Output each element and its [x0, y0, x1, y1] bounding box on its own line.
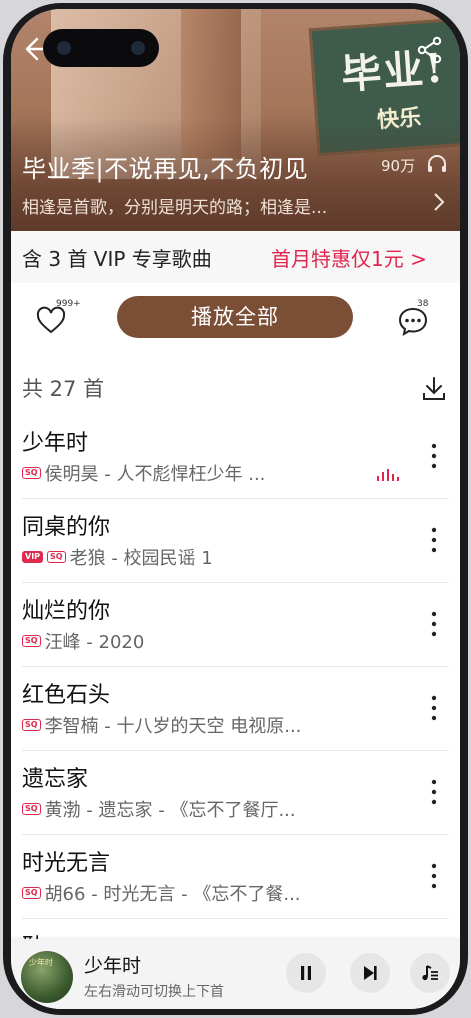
share-button[interactable] — [415, 35, 445, 65]
phone-frame: 毕业! 快乐 毕业季|不说再见,不负初见 9 — [0, 0, 471, 1018]
playing-indicator-icon — [377, 469, 399, 481]
song-meta: SQ 黄渤 - 遗忘家 - 《忘不了餐厅... — [22, 797, 296, 821]
song-meta: SQ 胡66 - 时光无言 - 《忘不了餐... — [22, 881, 301, 905]
vip-badge: VIP — [22, 551, 44, 563]
sq-badge: SQ — [22, 635, 41, 647]
chevron-right-icon[interactable] — [432, 191, 446, 213]
share-icon — [417, 36, 442, 64]
playlist-description[interactable]: 相逢是首歌，分别是明天的路；相逢是... — [22, 193, 402, 218]
more-icon[interactable] — [427, 777, 441, 807]
next-icon — [364, 966, 377, 980]
song-row[interactable]: 少年时 SQ 侯明昊 - 人不彪悍枉少年 ... — [11, 415, 460, 499]
song-meta: VIP SQ 老狼 - 校园民谣 1 — [22, 545, 213, 569]
comment-count: 38 — [417, 299, 429, 309]
song-title: 遗忘家 — [22, 767, 89, 792]
song-meta: SQ 侯明昊 - 人不彪悍枉少年 ... — [22, 461, 265, 485]
cover-art-text: 少年时 — [29, 958, 53, 967]
app-screen: 毕业! 快乐 毕业季|不说再见,不负初见 9 — [11, 9, 460, 1009]
song-artist-album: 胡66 - 时光无言 - 《忘不了餐... — [44, 884, 301, 905]
song-title: 灿烂的你 — [22, 599, 111, 624]
more-icon[interactable] — [427, 441, 441, 471]
comment-icon — [398, 307, 428, 337]
song-row[interactable]: 同桌的你 VIP SQ 老狼 - 校园民谣 1 — [11, 499, 460, 583]
pause-icon — [301, 966, 311, 980]
song-title: 同桌的你 — [22, 515, 111, 540]
heart-icon — [36, 306, 66, 334]
sq-badge: SQ — [47, 551, 66, 563]
song-artist-album: 李智楠 - 十八岁的天空 电视原... — [44, 716, 302, 737]
song-row[interactable]: 遗忘家 SQ 黄渤 - 遗忘家 - 《忘不了餐厅... — [11, 751, 460, 835]
song-row[interactable]: 时光无言 SQ 胡66 - 时光无言 - 《忘不了餐... — [11, 835, 460, 919]
playlist-header: 毕业! 快乐 毕业季|不说再见,不负初见 9 — [11, 9, 460, 231]
playlist-button[interactable] — [410, 953, 450, 993]
like-count: 999+ — [56, 299, 81, 309]
song-row[interactable]: 红色石头 SQ 李智楠 - 十八岁的天空 电视原... — [11, 667, 460, 751]
now-playing-title: 少年时 — [84, 955, 142, 977]
comment-button[interactable] — [397, 305, 429, 337]
sq-badge: SQ — [22, 803, 41, 815]
song-row[interactable]: 灿烂的你 SQ 汪峰 - 2020 — [11, 583, 460, 667]
download-button[interactable] — [421, 375, 447, 403]
song-artist-album: 老狼 - 校园民谣 1 — [69, 548, 213, 569]
song-artist-album: 侯明昊 - 人不彪悍枉少年 ... — [44, 464, 266, 485]
mini-player[interactable]: 少年时 少年时 左右滑动可切换上下首 — [11, 939, 460, 1009]
song-artist-album: 汪峰 - 2020 — [44, 632, 145, 653]
song-title: 时光无言 — [22, 851, 111, 876]
download-icon — [423, 377, 445, 400]
more-icon[interactable] — [427, 861, 441, 891]
vip-info-text: 含 3 首 VIP 专享歌曲 — [22, 247, 212, 271]
pause-button[interactable] — [286, 953, 326, 993]
swipe-hint: 左右滑动可切换上下首 — [84, 984, 224, 1000]
like-button[interactable] — [35, 305, 67, 337]
more-icon[interactable] — [427, 525, 441, 555]
sq-badge: SQ — [22, 467, 41, 479]
camera-lens — [57, 41, 71, 55]
song-artist-album: 黄渤 - 遗忘家 - 《忘不了餐厅... — [44, 800, 296, 821]
next-button[interactable] — [350, 953, 390, 993]
list-header: 共 27 首 — [11, 363, 460, 415]
song-meta: SQ 李智楠 - 十八岁的天空 电视原... — [22, 713, 301, 737]
camera-cutout — [43, 29, 159, 67]
headphones-icon — [428, 155, 446, 172]
sq-badge: SQ — [22, 719, 41, 731]
play-count: 90万 — [381, 157, 416, 175]
play-all-button[interactable]: 播放全部 — [117, 296, 353, 338]
playlist-icon — [422, 965, 438, 981]
song-title: 少年时 — [22, 431, 89, 456]
vip-promo-link[interactable]: 首月特惠仅1元 > — [271, 243, 427, 272]
vip-bar[interactable]: 含 3 首 VIP 专享歌曲 首月特惠仅1元 > — [11, 231, 460, 283]
sq-badge: SQ — [22, 887, 41, 899]
action-row: 999+ 播放全部 38 — [11, 283, 460, 363]
more-icon[interactable] — [427, 693, 441, 723]
playlist-title: 毕业季|不说再见,不负初见 — [22, 155, 309, 183]
more-icon[interactable] — [427, 609, 441, 639]
song-total: 共 27 首 — [22, 377, 105, 401]
camera-lens — [131, 41, 145, 55]
song-title: 红色石头 — [22, 683, 111, 708]
song-meta: SQ 汪峰 - 2020 — [22, 629, 144, 653]
